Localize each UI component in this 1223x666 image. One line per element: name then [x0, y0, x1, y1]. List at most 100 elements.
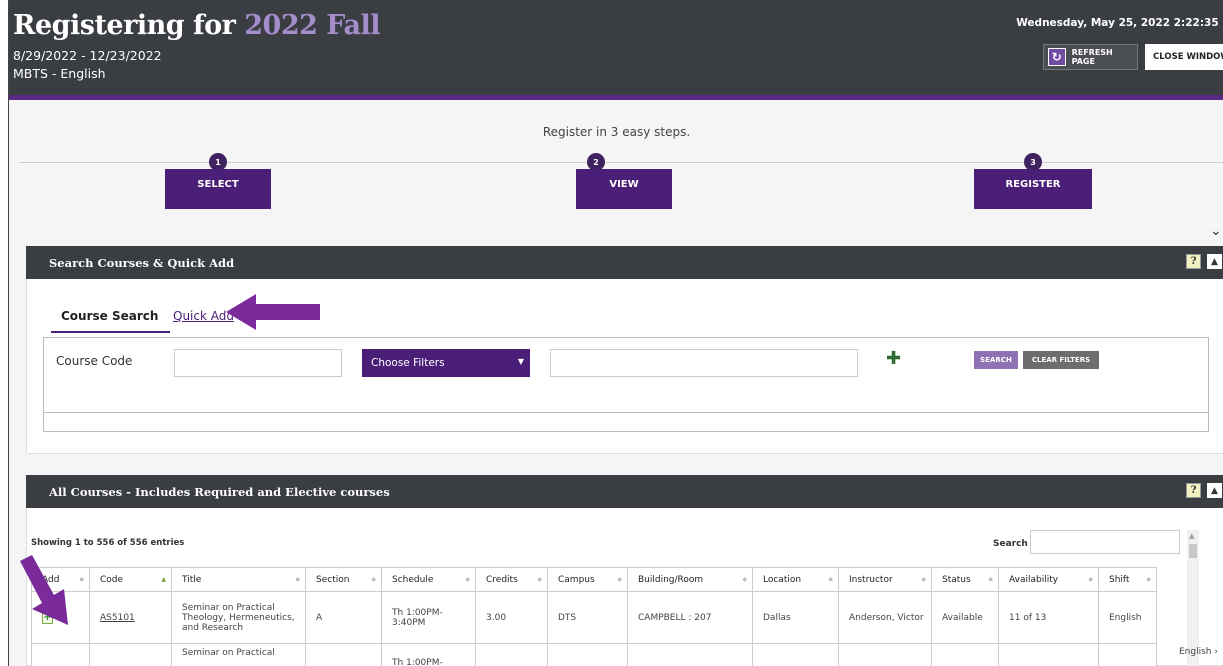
section-cell — [305, 643, 382, 666]
search-panel-title: Search Courses & Quick Add — [49, 255, 235, 270]
add-filter-plus-icon[interactable]: ✚ — [886, 348, 901, 369]
step-view-button[interactable]: VIEW — [576, 169, 672, 209]
table-row: + AS5101 Seminar on Practical Theology, … — [31, 591, 1157, 644]
room-cell: CAMPBELL : 207 — [627, 591, 753, 644]
sort-icon: ◆ — [465, 576, 470, 583]
shift-cell: English — [1098, 591, 1157, 644]
campus-cell — [547, 643, 628, 666]
campus-cell: DTS — [547, 591, 628, 644]
sort-asc-icon: ▲ — [161, 576, 166, 583]
program-name: MBTS - English — [13, 66, 106, 81]
column-header[interactable]: Shift ◆ — [1098, 567, 1157, 592]
course-code-input[interactable] — [174, 349, 342, 377]
step-register-button[interactable]: REGISTER — [974, 169, 1092, 209]
instructor-cell: Anderson, Victor — [838, 591, 932, 644]
refresh-icon: ↻ — [1048, 48, 1066, 66]
column-header[interactable]: Availability ◆ — [998, 567, 1099, 592]
table-search-input[interactable] — [1030, 530, 1180, 554]
status-cell — [931, 643, 999, 666]
search-button[interactable]: SEARCH — [974, 351, 1018, 369]
sort-icon: ◆ — [1146, 576, 1151, 583]
sort-icon: ◆ — [617, 576, 622, 583]
column-header[interactable]: Credits ◆ — [475, 567, 548, 592]
column-header[interactable]: Location ◆ — [752, 567, 839, 592]
refresh-label: REFRESH PAGE — [1071, 48, 1113, 66]
filters-select-label: Choose Filters — [371, 357, 445, 369]
tab-course-search[interactable]: Course Search — [51, 309, 171, 333]
scroll-up-icon[interactable]: ▲ — [1189, 532, 1194, 540]
title-cell: Seminar on Practical Theology, Hermeneut… — [171, 591, 306, 644]
sort-icon: ◆ — [742, 576, 747, 583]
table-row: Seminar on Practical Th 1:00PM- — [31, 643, 1157, 666]
sort-icon: ◆ — [1088, 576, 1093, 583]
annotation-arrow-add-icon — [20, 555, 68, 625]
title-cell: Seminar on Practical — [171, 643, 306, 666]
room-cell — [627, 643, 753, 666]
location-cell — [752, 643, 839, 666]
sort-icon: ◆ — [921, 576, 926, 583]
credits-cell: 3.00 — [475, 591, 548, 644]
tab-quick-add[interactable]: Quick Add — [173, 309, 234, 323]
caret-down-icon: ▼ — [517, 357, 524, 366]
search-panel-header: Search Courses & Quick Add ? ▲ — [26, 246, 1223, 279]
column-header[interactable]: Campus ◆ — [547, 567, 628, 592]
column-header[interactable]: Title ◆ — [171, 567, 306, 592]
filters-select[interactable]: Choose Filters ▼ — [362, 349, 530, 377]
page-header: Registering for 2022 Fall 8/29/2022 - 12… — [9, 0, 1223, 95]
column-header[interactable]: Code ▲ — [89, 567, 172, 592]
step-select-button[interactable]: SELECT — [165, 169, 271, 209]
availability-cell — [998, 643, 1099, 666]
header-accent-bar — [9, 95, 1223, 100]
clear-filters-button[interactable]: CLEAR FILTERS — [1023, 351, 1099, 369]
code-cell — [89, 643, 172, 666]
course-code-label: Course Code — [56, 354, 133, 368]
term-name: 2022 Fall — [244, 10, 380, 41]
page-title: Registering for 2022 Fall — [13, 10, 380, 41]
sort-icon: ◆ — [988, 576, 993, 583]
help-icon[interactable]: ? — [1186, 483, 1201, 498]
schedule-cell: Th 1:00PM- — [381, 643, 476, 666]
chevron-down-icon[interactable]: ⌄ — [1210, 223, 1222, 239]
course-code-link[interactable]: AS5101 — [100, 613, 135, 623]
language-selector[interactable]: English › — [1179, 647, 1218, 657]
credits-cell — [475, 643, 548, 666]
add-cell — [31, 643, 90, 666]
schedule-cell: Th 1:00PM-3:40PM — [381, 591, 476, 644]
course-search-form: Course Code Choose Filters ▼ ✚ SEARCH CL… — [43, 337, 1209, 432]
code-cell: AS5101 — [89, 591, 172, 644]
table-scrollbar[interactable]: ▲ — [1187, 530, 1199, 666]
sort-icon: ◆ — [79, 576, 84, 583]
sort-icon: ◆ — [295, 576, 300, 583]
scrollbar-thumb[interactable] — [1189, 544, 1197, 558]
courses-table: Add ◆ Code ▲ Title ◆ Section ◆ Schedule ◆ Cre… — [31, 567, 1157, 666]
courses-panel-header: All Courses - Includes Required and Elec… — [26, 475, 1223, 508]
steps-intro: Register in 3 easy steps. — [542, 125, 691, 139]
column-header[interactable]: Status ◆ — [931, 567, 999, 592]
form-divider — [44, 412, 1208, 413]
refresh-page-button[interactable]: ↻ REFRESH PAGE — [1043, 44, 1138, 70]
location-cell: Dallas — [752, 591, 839, 644]
column-header[interactable]: Section ◆ — [305, 567, 382, 592]
close-window-button[interactable]: CLOSE WINDOW — [1145, 44, 1223, 70]
search-panel-body: Course Search Quick Add Course Code Choo… — [26, 279, 1223, 454]
current-datetime: Wednesday, May 25, 2022 2:22:35 P — [1016, 17, 1223, 29]
help-icon[interactable]: ? — [1186, 254, 1201, 269]
annotation-arrow-quick-add — [226, 294, 320, 330]
collapse-icon[interactable]: ▲ — [1207, 254, 1222, 269]
collapse-icon[interactable]: ▲ — [1207, 483, 1222, 498]
status-cell: Available — [931, 591, 999, 644]
filter-value-input[interactable] — [550, 349, 858, 377]
sort-icon: ◆ — [537, 576, 542, 583]
steps-divider — [19, 162, 1223, 163]
courses-panel-title: All Courses - Includes Required and Elec… — [49, 484, 390, 499]
shift-cell — [1098, 643, 1157, 666]
registration-window: Registering for 2022 Fall 8/29/2022 - 12… — [8, 0, 1223, 666]
term-dates: 8/29/2022 - 12/23/2022 — [13, 48, 162, 63]
availability-cell: 11 of 13 — [998, 591, 1099, 644]
section-cell: A — [305, 591, 382, 644]
column-header[interactable]: Schedule ◆ — [381, 567, 476, 592]
table-search-label: Search — [993, 539, 1028, 549]
column-header[interactable]: Instructor ◆ — [838, 567, 932, 592]
column-header[interactable]: Building/Room ◆ — [627, 567, 753, 592]
sort-icon: ◆ — [371, 576, 376, 583]
